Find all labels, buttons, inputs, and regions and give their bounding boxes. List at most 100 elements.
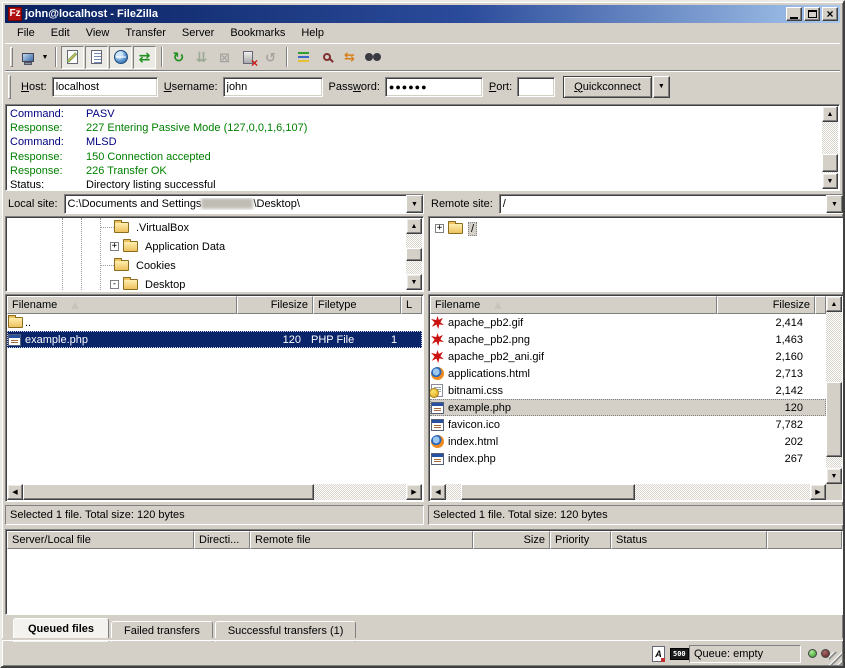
column-header-filename[interactable]: Filename bbox=[7, 296, 237, 314]
scroll-up-icon[interactable]: ▲ bbox=[406, 218, 422, 234]
menu-help[interactable]: Help bbox=[293, 25, 332, 41]
column-header-last-modified[interactable]: L bbox=[401, 296, 422, 314]
tree-item[interactable]: .VirtualBox bbox=[7, 218, 406, 237]
port-input[interactable] bbox=[517, 77, 555, 97]
local-tree-scrollbar-thumb[interactable] bbox=[406, 248, 422, 261]
local-pane: Local site: C:\Documents and Settings\De… bbox=[5, 194, 424, 525]
log-scrollbar[interactable]: ▲ ▼ bbox=[822, 106, 838, 189]
activity-led-green-icon bbox=[808, 649, 817, 658]
password-input[interactable] bbox=[385, 77, 483, 97]
remote-site-combo[interactable]: / ▼ bbox=[499, 194, 844, 214]
refresh-icon[interactable]: ↻ bbox=[167, 46, 190, 69]
queue-header-remote-file[interactable]: Remote file bbox=[250, 531, 473, 549]
scroll-up-icon[interactable]: ▲ bbox=[826, 296, 842, 312]
local-site-dropdown-icon[interactable]: ▼ bbox=[406, 195, 423, 213]
menu-edit[interactable]: Edit bbox=[43, 25, 78, 41]
collapse-icon[interactable]: - bbox=[110, 280, 119, 289]
file-row[interactable]: apache_pb2_ani.gif2,160 bbox=[430, 348, 826, 365]
file-row[interactable]: index.php267 bbox=[430, 450, 826, 467]
toggle-transfer-queue-icon[interactable]: ⇄ bbox=[133, 46, 156, 69]
local-hscrollbar[interactable]: ◀ ▶ bbox=[7, 484, 422, 500]
maximize-button[interactable] bbox=[804, 7, 820, 21]
toggle-remote-tree-icon[interactable] bbox=[109, 46, 132, 69]
close-button[interactable]: × bbox=[822, 7, 838, 21]
scroll-down-icon[interactable]: ▼ bbox=[826, 468, 842, 484]
scroll-down-icon[interactable]: ▼ bbox=[822, 173, 838, 189]
tree-item-root[interactable]: + / bbox=[429, 219, 843, 238]
remote-site-dropdown-icon[interactable]: ▼ bbox=[826, 195, 843, 213]
file-row-parent-dir[interactable]: .. bbox=[7, 314, 422, 331]
tab-queued-files[interactable]: Queued files bbox=[13, 618, 109, 642]
process-queue-icon[interactable]: ⇊ bbox=[190, 46, 213, 69]
file-row[interactable]: apache_pb2.png1,463 bbox=[430, 331, 826, 348]
column-header-filesize[interactable]: Filesize bbox=[237, 296, 313, 314]
column-header-filename[interactable]: Filename bbox=[430, 296, 717, 314]
remote-hscrollbar-thumb[interactable] bbox=[461, 484, 636, 500]
tab-successful-transfers[interactable]: Successful transfers (1) bbox=[215, 621, 357, 642]
speed-limits-icon[interactable]: 500 bbox=[670, 648, 689, 660]
file-row[interactable]: bitnami.css2,142 bbox=[430, 382, 826, 399]
synchronized-browsing-icon[interactable]: ⇆ bbox=[338, 46, 361, 69]
scroll-right-icon[interactable]: ▶ bbox=[406, 484, 422, 500]
resize-grip[interactable] bbox=[829, 652, 842, 665]
tree-item[interactable]: -Desktop bbox=[7, 275, 406, 290]
scroll-down-icon[interactable]: ▼ bbox=[406, 274, 422, 290]
php-file-icon bbox=[8, 334, 21, 346]
image-file-icon bbox=[431, 316, 444, 329]
local-tree-scrollbar[interactable]: ▲ ▼ bbox=[406, 218, 422, 290]
directory-comparison-icon[interactable] bbox=[315, 46, 338, 69]
redacted-username bbox=[201, 198, 253, 209]
scroll-left-icon[interactable]: ◀ bbox=[7, 484, 23, 500]
scroll-right-icon[interactable]: ▶ bbox=[810, 484, 826, 500]
toggle-local-tree-icon[interactable] bbox=[85, 46, 108, 69]
remote-vscrollbar[interactable]: ▲ ▼ bbox=[826, 296, 842, 484]
file-row[interactable]: favicon.ico7,782 bbox=[430, 416, 826, 433]
site-manager-dropdown-icon[interactable]: ▼ bbox=[39, 46, 51, 69]
scroll-up-icon[interactable]: ▲ bbox=[822, 106, 838, 122]
remote-hscrollbar[interactable]: ◀ ▶ bbox=[430, 484, 826, 500]
expand-icon[interactable]: + bbox=[435, 224, 444, 233]
local-hscrollbar-thumb[interactable] bbox=[23, 484, 314, 500]
quickconnect-button[interactable]: Quickconnect bbox=[563, 76, 652, 98]
file-row[interactable]: applications.html2,713 bbox=[430, 365, 826, 382]
file-row-example-php[interactable]: example.php 120 PHP File 1 bbox=[7, 331, 422, 348]
column-header-filetype[interactable]: Filetype bbox=[313, 296, 401, 314]
file-row-example-php[interactable]: example.php120 bbox=[430, 399, 826, 416]
menu-view[interactable]: View bbox=[78, 25, 118, 41]
tree-item[interactable]: +Application Data bbox=[7, 237, 406, 256]
tree-item[interactable]: Cookies bbox=[7, 256, 406, 275]
find-files-icon[interactable] bbox=[361, 46, 384, 69]
scroll-left-icon[interactable]: ◀ bbox=[430, 484, 446, 500]
disconnect-icon[interactable]: × bbox=[236, 46, 259, 69]
minimize-button[interactable] bbox=[786, 7, 802, 21]
queue-header-size[interactable]: Size bbox=[473, 531, 550, 549]
menu-bookmarks[interactable]: Bookmarks bbox=[222, 25, 293, 41]
file-row[interactable]: apache_pb2.gif2,414 bbox=[430, 314, 826, 331]
column-header-filesize[interactable]: Filesize bbox=[717, 296, 815, 314]
filter-icon[interactable] bbox=[292, 46, 315, 69]
remote-vscrollbar-thumb[interactable] bbox=[826, 382, 842, 457]
username-input[interactable] bbox=[223, 77, 323, 97]
data-type-indicator-icon[interactable]: A bbox=[652, 646, 665, 662]
log-line: Response:150 Connection accepted bbox=[7, 150, 821, 164]
queue-header-direction[interactable]: Directi... bbox=[194, 531, 250, 549]
log-scrollbar-thumb[interactable] bbox=[822, 154, 838, 172]
local-site-combo[interactable]: C:\Documents and Settings\Desktop\ ▼ bbox=[64, 194, 424, 214]
file-row[interactable]: index.html202 bbox=[430, 433, 826, 450]
menu-file[interactable]: File bbox=[9, 25, 43, 41]
toggle-message-log-icon[interactable] bbox=[61, 46, 84, 69]
site-manager-icon[interactable] bbox=[16, 46, 39, 69]
cancel-operation-icon[interactable]: ⊠ bbox=[213, 46, 236, 69]
toolbar-grip[interactable] bbox=[10, 47, 13, 67]
queue-header-status[interactable]: Status bbox=[611, 531, 767, 549]
tab-failed-transfers[interactable]: Failed transfers bbox=[111, 621, 213, 642]
menu-transfer[interactable]: Transfer bbox=[117, 25, 174, 41]
expand-icon[interactable]: + bbox=[110, 242, 119, 251]
menu-server[interactable]: Server bbox=[174, 25, 222, 41]
quickconnect-dropdown-icon[interactable]: ▼ bbox=[653, 76, 670, 98]
queue-header-priority[interactable]: Priority bbox=[550, 531, 611, 549]
queue-header-server-local-file[interactable]: Server/Local file bbox=[7, 531, 194, 549]
host-input[interactable] bbox=[52, 77, 158, 97]
reconnect-icon[interactable]: ↺ bbox=[259, 46, 282, 69]
quickconnect-grip[interactable] bbox=[8, 75, 11, 99]
